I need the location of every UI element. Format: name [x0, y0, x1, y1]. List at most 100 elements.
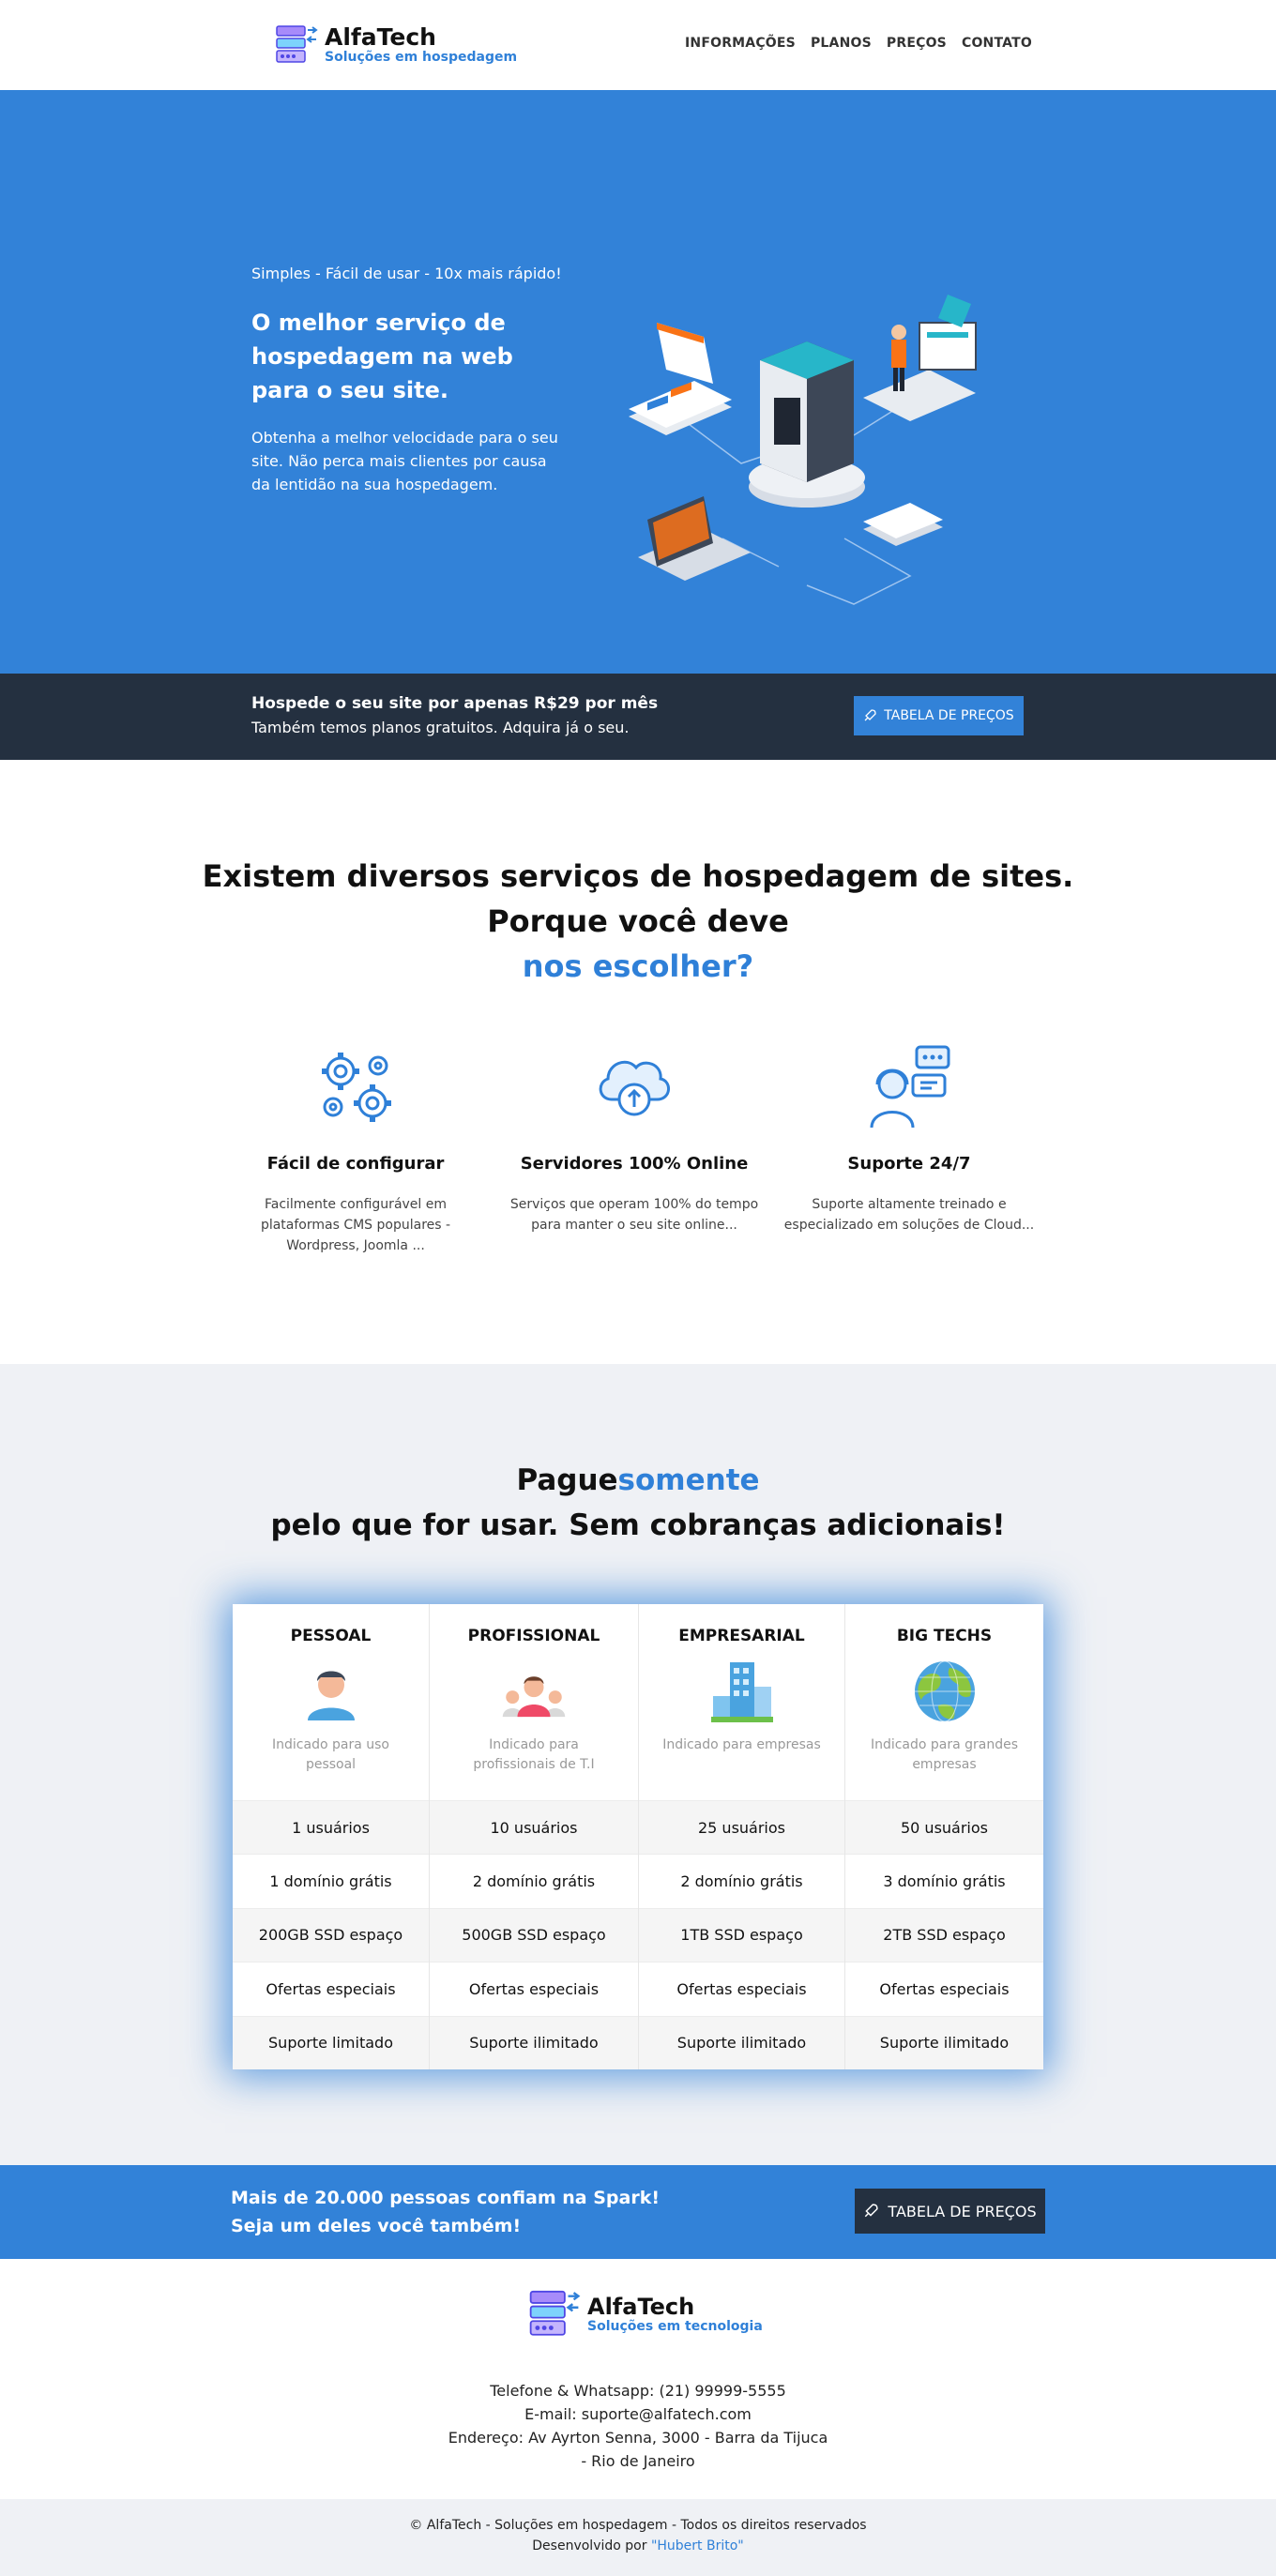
pricing-heading: Paguesomente pelo que for usar. Sem cobr… [0, 1458, 1276, 1548]
plan-feature: 2TB SSD espaço [845, 1907, 1043, 1962]
contact-info: Telefone & Whatsapp: (21) 99999-5555 E-m… [0, 2379, 1276, 2473]
plan-feature: 2 domínio grátis [430, 1854, 638, 1907]
pricing-table: PESSOAL Indicado para uso pessoal 1 usuá… [233, 1604, 1043, 2069]
feature-easy-setup: Fácil de configurar Facilmente configurá… [229, 1041, 482, 1256]
feature-text: Suporte altamente treinado e especializa… [783, 1197, 1035, 1233]
server-logo-icon [529, 2290, 581, 2336]
plan-feature: 50 usuários [845, 1800, 1043, 1855]
why-heading: Existem diversos serviços de hospedagem … [0, 854, 1276, 989]
plan-desc: Indicado para uso pessoal [272, 1737, 389, 1772]
plan-feature: 500GB SSD espaço [430, 1907, 638, 1962]
nav-informacoes[interactable]: INFORMAÇÕES [685, 36, 796, 51]
price-table-button[interactable]: TABELA DE PREÇOS [854, 696, 1024, 735]
globe-icon [914, 1660, 975, 1722]
promo-subtitle: Também temos planos gratuitos. Adquira j… [251, 719, 630, 736]
person-icon [307, 1671, 355, 1720]
price-table-button-label: TABELA DE PREÇOS [888, 2202, 1037, 2220]
plan-big-techs[interactable]: BIG TECHS Indicado para grandes empresas… [845, 1604, 1043, 2069]
trust-line1: Mais de 20.000 pessoas confiam na Spark! [231, 2188, 661, 2208]
plan-name: PROFISSIONAL [467, 1627, 600, 1645]
plan-feature: 1 usuários [233, 1800, 429, 1855]
nav-contato[interactable]: CONTATO [962, 36, 1032, 51]
plan-feature: 3 domínio grátis [845, 1854, 1043, 1907]
trust-text: Mais de 20.000 pessoas confiam na Spark!… [231, 2184, 660, 2240]
plan-name: PESSOAL [290, 1627, 372, 1645]
plan-name: EMPRESARIAL [678, 1627, 805, 1645]
pricing-title-a: Pague [516, 1463, 618, 1497]
copyright-bar: © AlfaTech - Soluções em hospedagem - To… [0, 2499, 1276, 2576]
contact-city: - Rio de Janeiro [581, 2452, 695, 2470]
pricing-title-c: pelo que for usar. Sem cobranças adicion… [270, 1508, 1006, 1542]
site-footer: AlfaTech Soluções em tecnologia Telefone… [0, 2259, 1276, 2499]
copyright-text: © AlfaTech - Soluções em hospedagem - To… [409, 2518, 867, 2533]
plan-feature: Ofertas especiais [639, 1962, 844, 2015]
plan-feature: Suporte limitado [233, 2015, 429, 2069]
why-section: Existem diversos serviços de hospedagem … [0, 760, 1276, 1364]
price-table-button-secondary[interactable]: TABELA DE PREÇOS [855, 2189, 1045, 2234]
hero-title: O melhor serviço de hospedagem na web pa… [251, 310, 513, 403]
price-table-button-label: TABELA DE PREÇOS [884, 708, 1014, 723]
support-agent-icon [870, 1045, 950, 1129]
feature-online-servers: Servidores 100% Online Serviços que oper… [508, 1041, 761, 1235]
contact-address: Endereço: Av Ayrton Senna, 3000 - Barra … [448, 2429, 828, 2447]
footer-logo-title: AlfaTech [587, 2294, 695, 2320]
plan-feature: 200GB SSD espaço [233, 1907, 429, 1962]
plan-feature: 2 domínio grátis [639, 1854, 844, 1907]
pricing-title-b: somente [617, 1463, 760, 1497]
nav-planos[interactable]: PLANOS [811, 36, 872, 51]
plan-feature: Ofertas especiais [845, 1962, 1043, 2015]
plan-feature: 10 usuários [430, 1800, 638, 1855]
building-icon [710, 1662, 773, 1722]
logo-subtitle: Soluções em hospedagem [325, 50, 518, 65]
trust-line2: Seja um deles você também! [231, 2216, 522, 2236]
plan-desc: Indicado para profissionais de T.I [473, 1737, 595, 1772]
team-icon [502, 1676, 566, 1718]
contact-email: E-mail: suporte@alfatech.com [524, 2405, 752, 2423]
feature-title: Suporte 24/7 [847, 1154, 971, 1174]
developer-link[interactable]: "Hubert Brito" [651, 2538, 744, 2553]
rocket-icon [865, 2204, 879, 2218]
hero-text: Obtenha a melhor velocidade para o seu s… [251, 429, 558, 493]
feature-text: Serviços que operam 100% do tempo para m… [509, 1197, 759, 1233]
nav-precos[interactable]: PREÇOS [887, 36, 947, 51]
plan-feature: 1TB SSD espaço [639, 1907, 844, 1962]
contact-phone: Telefone & Whatsapp: (21) 99999-5555 [490, 2382, 786, 2400]
feature-support: Suporte 24/7 Suporte altamente treinado … [782, 1041, 1036, 1235]
why-line2: Porque você deve [487, 903, 789, 939]
trust-band: Mais de 20.000 pessoas confiam na Spark!… [0, 2165, 1276, 2259]
plan-desc: Indicado para empresas [662, 1737, 821, 1752]
pricing-section: Paguesomente pelo que for usar. Sem cobr… [0, 1364, 1276, 2165]
site-header: AlfaTech Soluções em hospedagem INFORMAÇ… [0, 0, 1276, 90]
developer-credit: Desenvolvido por "Hubert Brito" [0, 2538, 1276, 2553]
plan-name: BIG TECHS [896, 1627, 993, 1645]
developer-prefix: Desenvolvido por [532, 2538, 647, 2553]
plan-pessoal[interactable]: PESSOAL Indicado para uso pessoal 1 usuá… [233, 1604, 430, 2069]
plan-feature: 25 usuários [639, 1800, 844, 1855]
why-line3: nos escolher? [522, 948, 754, 984]
footer-logo: AlfaTech Soluções em tecnologia [527, 2287, 763, 2341]
hero-section: Simples - Fácil de usar - 10x mais rápid… [0, 90, 1276, 674]
plan-feature: Ofertas especiais [430, 1962, 638, 2015]
promo-title: Hospede o seu site por apenas R$29 por m… [251, 694, 659, 713]
cloud-upload-icon [599, 1060, 670, 1116]
rocket-icon [864, 709, 876, 721]
footer-logo-subtitle: Soluções em tecnologia [587, 2319, 763, 2334]
plan-desc: Indicado para grandes empresas [870, 1737, 1019, 1772]
promo-band: Hospede o seu site por apenas R$29 por m… [0, 674, 1276, 760]
feature-text: Facilmente configurável em plataformas C… [260, 1197, 451, 1253]
why-line1: Existem diversos serviços de hospedagem … [202, 858, 1074, 894]
main-nav: INFORMAÇÕES PLANOS PREÇOS CONTATO [685, 36, 1032, 51]
plan-empresarial[interactable]: EMPRESARIAL Indicado para empresas 25 us… [639, 1604, 845, 2069]
server-logo-icon [276, 25, 318, 63]
plan-feature: 1 domínio grátis [233, 1854, 429, 1907]
logo-title: AlfaTech [325, 23, 436, 51]
hosting-illustration [629, 295, 977, 605]
logo[interactable]: AlfaTech Soluções em hospedagem [274, 23, 517, 68]
plan-feature: Suporte ilimitado [845, 2015, 1043, 2069]
feature-title: Servidores 100% Online [520, 1154, 749, 1174]
hero-kicker: Simples - Fácil de usar - 10x mais rápid… [251, 265, 562, 282]
plan-feature: Ofertas especiais [233, 1962, 429, 2015]
gears-icon [322, 1053, 391, 1122]
feature-title: Fácil de configurar [266, 1154, 445, 1174]
plan-profissional[interactable]: PROFISSIONAL Indicado para profissionais… [430, 1604, 639, 2069]
